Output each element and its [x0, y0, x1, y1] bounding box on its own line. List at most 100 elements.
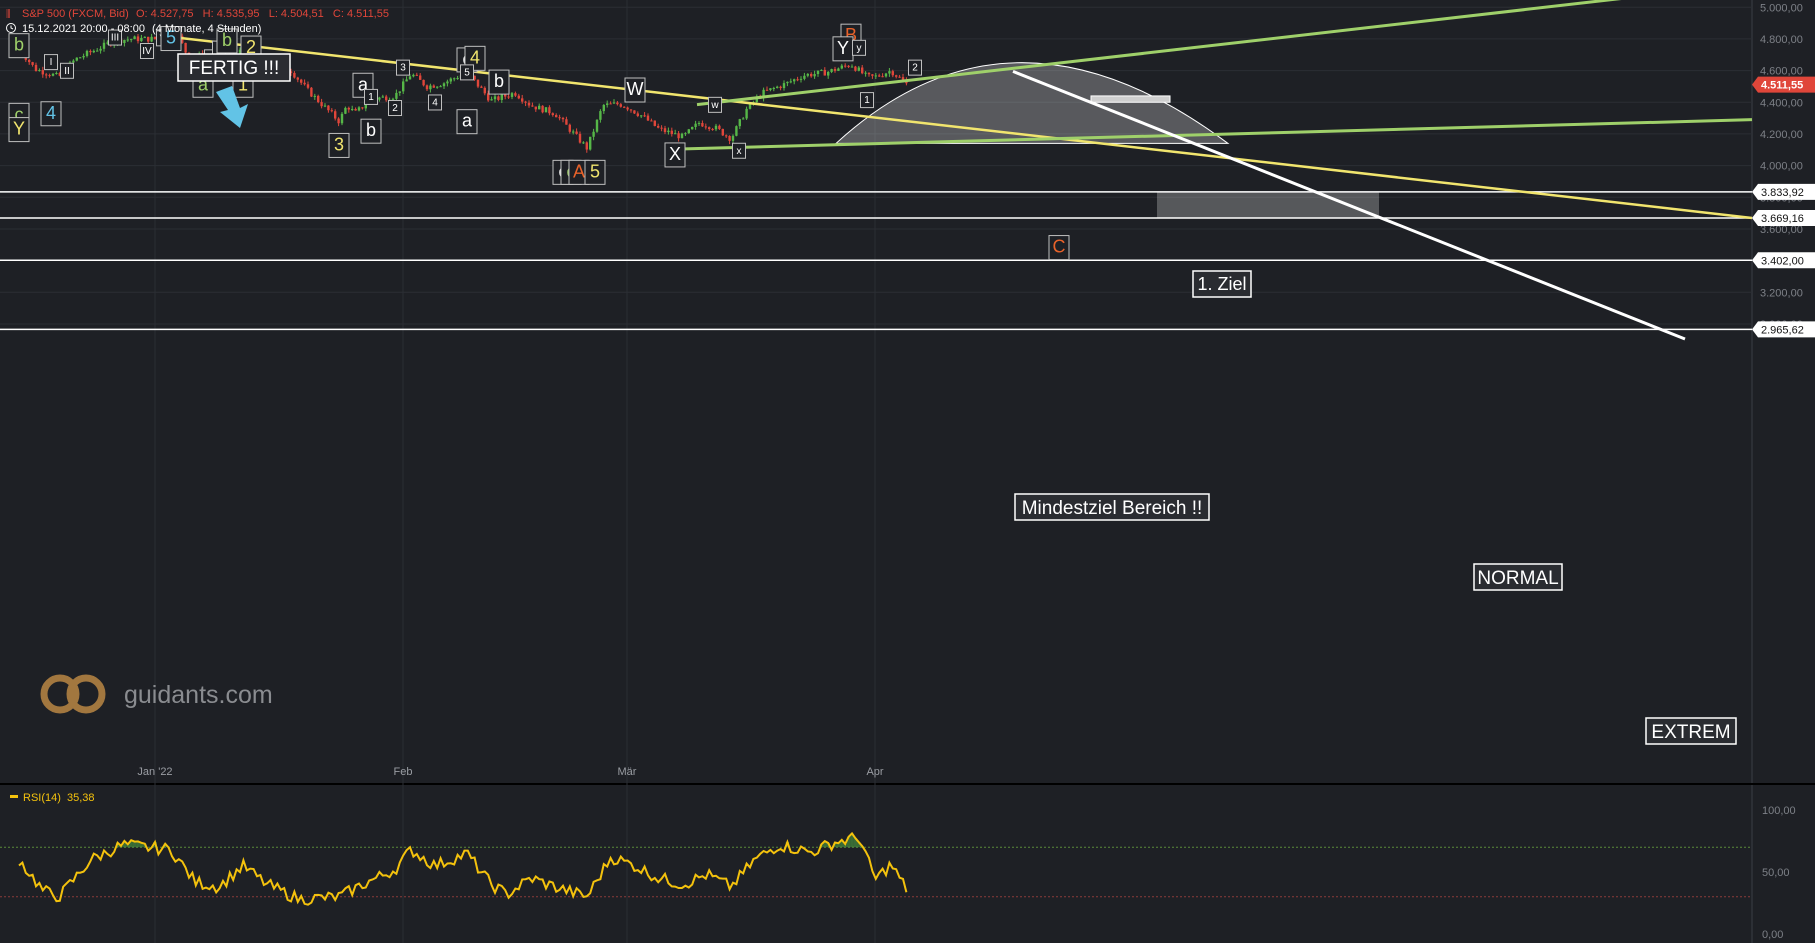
candle-body[interactable] [626, 107, 629, 110]
candle-body[interactable] [51, 73, 55, 76]
candle-body[interactable] [687, 129, 690, 134]
candle-body[interactable] [595, 119, 599, 132]
candle-body[interactable] [296, 77, 299, 80]
candle-body[interactable] [796, 79, 799, 81]
candle-body[interactable] [854, 66, 857, 71]
candle-body[interactable] [313, 95, 316, 97]
candle-body[interactable] [891, 71, 894, 76]
candle-body[interactable] [425, 85, 429, 90]
candle-body[interactable] [432, 85, 435, 88]
candle-body[interactable] [793, 79, 796, 82]
candle-body[interactable] [660, 127, 663, 129]
candle-body[interactable] [738, 119, 741, 127]
candle-body[interactable] [378, 97, 381, 100]
candle-body[interactable] [582, 142, 585, 144]
candle-body[interactable] [704, 126, 707, 128]
candle-body[interactable] [694, 123, 697, 128]
candle-body[interactable] [99, 48, 102, 51]
candle-body[interactable] [55, 72, 58, 74]
candle-body[interactable] [510, 93, 514, 97]
candle-body[interactable] [589, 136, 592, 150]
candle-body[interactable] [646, 115, 650, 121]
candle-body[interactable] [405, 79, 408, 82]
candle-body[interactable] [657, 125, 660, 128]
candle-body[interactable] [34, 64, 38, 72]
candle-body[interactable] [439, 86, 442, 88]
candle-body[interactable] [850, 66, 854, 68]
candle-body[interactable] [38, 70, 41, 72]
candle-body[interactable] [449, 78, 452, 82]
candle-body[interactable] [636, 113, 639, 116]
candle-body[interactable] [306, 84, 310, 88]
candle-body[interactable] [718, 125, 721, 129]
candle-body[interactable] [364, 104, 367, 109]
candle-body[interactable] [347, 107, 350, 110]
candle-body[interactable] [674, 133, 677, 135]
candle-body[interactable] [31, 62, 34, 65]
candle-body[interactable] [871, 74, 874, 76]
candle-body[interactable] [548, 107, 551, 114]
candle-body[interactable] [895, 75, 898, 77]
candle-body[interactable] [493, 96, 497, 100]
candle-body[interactable] [735, 126, 738, 136]
candle-body[interactable] [779, 86, 782, 89]
rsi-panel[interactable] [0, 786, 1752, 943]
candle-body[interactable] [711, 129, 714, 131]
candle-body[interactable] [816, 70, 820, 75]
candle-body[interactable] [480, 86, 483, 88]
candle-body[interactable] [840, 65, 843, 69]
candle-body[interactable] [691, 127, 694, 130]
candle-body[interactable] [476, 79, 480, 87]
candle-body[interactable] [616, 102, 619, 105]
candle-body[interactable] [640, 115, 643, 117]
candle-body[interactable] [303, 82, 306, 85]
candle-body[interactable] [351, 108, 354, 110]
candle-body[interactable] [721, 128, 724, 136]
candle-body[interactable] [85, 50, 89, 56]
candle-body[interactable] [714, 125, 718, 130]
candle-body[interactable] [75, 57, 78, 61]
ziel-annotation[interactable]: 1. Ziel [1192, 270, 1252, 298]
candle-body[interactable] [310, 87, 313, 97]
candle-body[interactable] [898, 76, 901, 78]
candle-body[interactable] [884, 73, 888, 77]
candle-body[interactable] [136, 36, 140, 42]
candle-body[interactable] [609, 103, 612, 105]
candle-body[interactable] [677, 133, 680, 139]
candle-body[interactable] [806, 73, 809, 76]
candle-body[interactable] [28, 59, 31, 63]
candle-body[interactable] [357, 107, 361, 111]
candle-body[interactable] [153, 36, 157, 39]
candle-body[interactable] [184, 42, 187, 53]
candle-body[interactable] [857, 67, 860, 71]
candle-body[interactable] [867, 72, 871, 75]
candle-body[interactable] [789, 81, 792, 83]
candle-body[interactable] [561, 117, 565, 120]
candle-body[interactable] [844, 65, 847, 67]
candle-body[interactable] [701, 123, 704, 127]
candle-body[interactable] [551, 113, 554, 116]
candle-body[interactable] [340, 113, 344, 124]
candle-body[interactable] [786, 81, 789, 84]
candle-body[interactable] [725, 135, 728, 137]
candle-body[interactable] [538, 105, 541, 110]
candle-body[interactable] [633, 110, 636, 114]
candle-body[interactable] [446, 81, 449, 84]
candle-body[interactable] [837, 68, 840, 71]
candle-body[interactable] [317, 95, 320, 103]
candle-body[interactable] [143, 36, 146, 38]
candle-body[interactable] [398, 91, 401, 93]
candle-body[interactable] [497, 96, 500, 100]
candle-body[interactable] [354, 108, 357, 111]
candle-body[interactable] [799, 78, 803, 80]
candle-body[interactable] [772, 87, 775, 89]
mindestziel-annotation[interactable]: Mindestziel Bereich !! [1014, 493, 1210, 521]
candle-body[interactable] [619, 104, 622, 107]
candle-body[interactable] [96, 50, 99, 52]
candle-body[interactable] [92, 50, 95, 53]
candle-body[interactable] [585, 142, 588, 150]
candle-body[interactable] [782, 83, 786, 89]
chart-canvas[interactable]: guidants.com bc4YIIIIIIIVV5abcba123a1b23… [0, 0, 1815, 943]
candle-body[interactable] [708, 127, 711, 130]
candle-body[interactable] [483, 87, 486, 94]
